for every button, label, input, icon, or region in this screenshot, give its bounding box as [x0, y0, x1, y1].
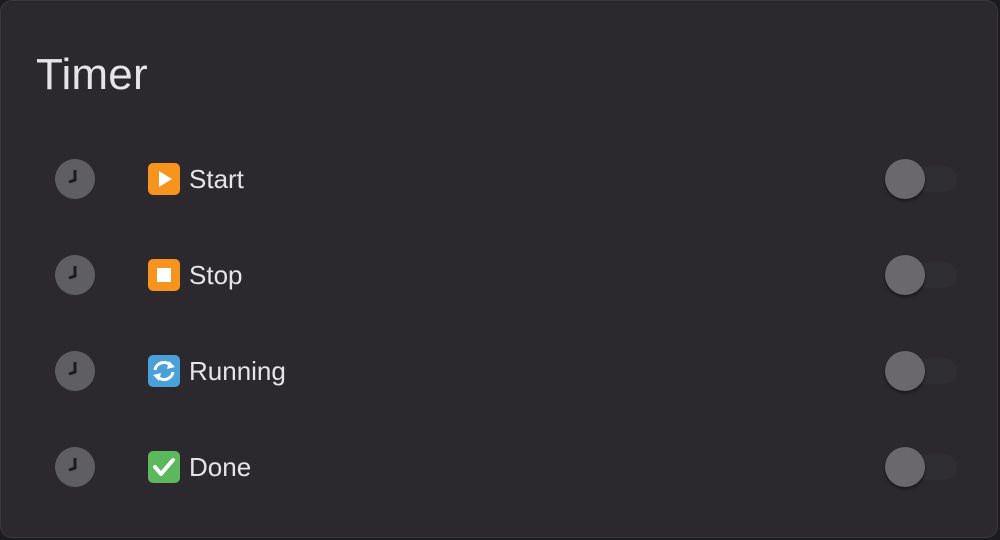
toggle-thumb [885, 159, 925, 199]
toggle-start[interactable] [885, 159, 957, 199]
entity-row-done[interactable]: Done [1, 437, 999, 497]
clock-icon [55, 351, 95, 391]
toggle-done[interactable] [885, 447, 957, 487]
card-title: Timer [36, 50, 148, 99]
toggle-thumb [885, 351, 925, 391]
clock-icon [55, 447, 95, 487]
entity-row-start[interactable]: Start [1, 149, 999, 209]
play-button-icon [148, 163, 180, 195]
row-label-running: Running [189, 356, 286, 386]
clock-icon [55, 255, 95, 295]
repeat-arrows-icon [148, 355, 180, 387]
stop-button-icon [148, 259, 180, 291]
row-label-done: Done [189, 452, 252, 482]
clock-icon [55, 159, 95, 199]
toggle-thumb [885, 447, 925, 487]
row-label-stop: Stop [189, 260, 243, 290]
entity-row-running[interactable]: Running [1, 341, 999, 401]
toggle-thumb [885, 255, 925, 295]
toggle-running[interactable] [885, 351, 957, 391]
row-label-start: Start [189, 164, 244, 194]
timer-card: Timer Start Stop Running Done [0, 0, 998, 538]
check-mark-icon [148, 451, 180, 483]
entity-row-stop[interactable]: Stop [1, 245, 999, 305]
toggle-stop[interactable] [885, 255, 957, 295]
